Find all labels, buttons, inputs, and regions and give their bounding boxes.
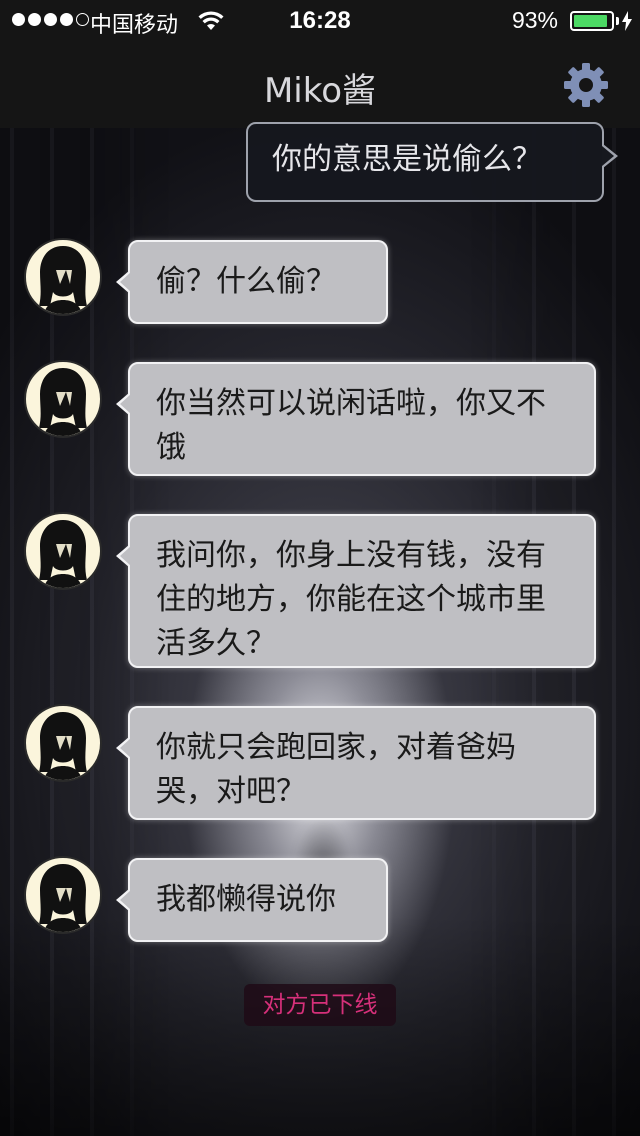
contact-avatar[interactable] bbox=[24, 856, 102, 934]
chat-title: Miko酱 bbox=[263, 71, 377, 111]
message-text: 我问你，你身上没有钱，没有住的地方，你能在这个城市里活多久？ bbox=[156, 538, 546, 661]
chat-screen: 中国移动 16:28 93% Miko酱 你的意思是说偷么？ 偷？什么偷？ 你当… bbox=[0, 0, 640, 1136]
battery-percent: 93% bbox=[511, 7, 558, 33]
nav-bar: Miko酱 bbox=[0, 42, 640, 128]
contact-avatar[interactable] bbox=[24, 360, 102, 438]
battery-icon bbox=[570, 11, 614, 31]
message-text: 你就只会跑回家，对着爸妈哭，对吧？ bbox=[156, 730, 516, 809]
settings-button[interactable] bbox=[562, 61, 610, 109]
message-text: 你的意思是说偷么？ bbox=[272, 142, 542, 177]
gear-icon bbox=[564, 63, 608, 107]
girl-silhouette-icon bbox=[39, 864, 87, 932]
girl-silhouette-icon bbox=[39, 368, 87, 436]
girl-silhouette-icon bbox=[39, 246, 87, 314]
message-incoming[interactable]: 你就只会跑回家，对着爸妈哭，对吧？ bbox=[116, 706, 596, 820]
battery-cap bbox=[616, 17, 619, 25]
battery-level bbox=[574, 15, 608, 27]
message-outgoing[interactable]: 你的意思是说偷么？ bbox=[246, 122, 618, 202]
charging-bolt-icon bbox=[622, 10, 632, 38]
message-incoming[interactable]: 我都懒得说你 bbox=[116, 858, 388, 942]
message-text: 偷？什么偷？ bbox=[156, 264, 336, 299]
message-incoming[interactable]: 你当然可以说闲话啦，你又不饿 bbox=[116, 362, 596, 476]
offline-status-notice: 对方已下线 bbox=[244, 984, 396, 1026]
message-incoming[interactable]: 偷？什么偷？ bbox=[116, 240, 388, 324]
contact-avatar[interactable] bbox=[24, 238, 102, 316]
contact-avatar[interactable] bbox=[24, 704, 102, 782]
contact-avatar[interactable] bbox=[24, 512, 102, 590]
girl-silhouette-icon bbox=[39, 712, 87, 780]
background-floor bbox=[0, 916, 640, 1136]
message-text: 我都懒得说你 bbox=[156, 882, 336, 917]
message-incoming[interactable]: 我问你，你身上没有钱，没有住的地方，你能在这个城市里活多久？ bbox=[116, 514, 596, 668]
girl-silhouette-icon bbox=[39, 520, 87, 588]
message-text: 你当然可以说闲话啦，你又不饿 bbox=[156, 386, 546, 465]
status-bar: 中国移动 16:28 93% bbox=[0, 0, 640, 42]
